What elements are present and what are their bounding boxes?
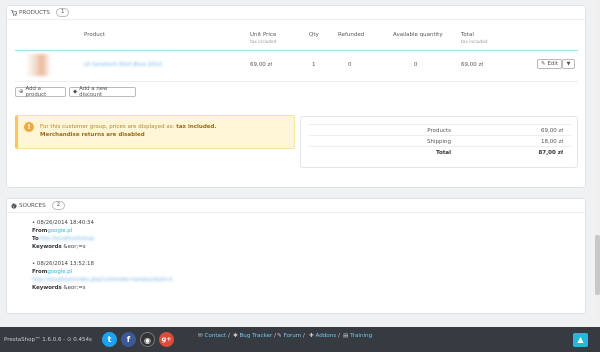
sources-panel: Sources 2 (6, 198, 586, 314)
col-unit-price-sub: tax included (250, 40, 277, 45)
col-qty: Qty (309, 32, 319, 38)
product-name-link[interactable]: Ut hendrerit Shirt Blue 2014 (84, 62, 162, 68)
totals-row-total: Total 87,00 zł (309, 146, 571, 157)
source-from-link[interactable]: google.pl (47, 269, 72, 275)
sources-title: Sources (19, 202, 46, 209)
row-unit-price: 69,00 zł (250, 62, 272, 68)
source-item: • 08/26/2014 13:52:18 Fromgoogle.pl http… (32, 260, 172, 292)
facebook-icon[interactable]: f (121, 332, 136, 347)
row-available: 0 (414, 62, 418, 68)
arrow-up-icon: ▲ (577, 335, 584, 344)
footer-link-bug-label: Bug Tracker (239, 333, 273, 339)
source-to: Tohttp://localhost/shop (32, 235, 94, 243)
add-discount-label: Add a new discount (79, 86, 108, 98)
totals-shipping-label: Shipping (427, 139, 451, 145)
edit-label: Edit (547, 61, 558, 67)
footer-link-addons-label: Addons (315, 333, 337, 339)
alert-line1: For this customer group, prices are disp… (40, 124, 175, 130)
source-kw-value: &eor;=s (63, 285, 86, 291)
source-from-link[interactable]: google.pl (47, 228, 72, 234)
col-product: Product (84, 32, 105, 38)
totals-row-shipping: Shipping 18,00 zł (309, 135, 571, 146)
row-refunded: 0 (348, 62, 352, 68)
source-kw-value: &eor;=s (63, 244, 86, 250)
source-to-link[interactable]: http://localhost/shop (39, 236, 94, 242)
footer-brand: PrestaShop™ 1.6.0.6 - ⊙ 0.454s (4, 337, 92, 343)
plus-circle-icon: ⊕ (19, 89, 24, 95)
cart-icon (11, 9, 17, 16)
source-keywords: Keywords &eor;=s (32, 243, 94, 251)
tag-icon: ◆ (73, 89, 78, 95)
products-count-badge: 1 (55, 8, 70, 17)
footer-link-addons[interactable]: ✚ Addons / (309, 333, 340, 339)
globe-icon (11, 202, 17, 209)
add-product-label: Add a product (25, 86, 47, 98)
totals-row-products: Products 69,00 zł (309, 124, 571, 135)
scroll-top-button[interactable]: ▲ (573, 333, 588, 347)
twitter-icon[interactable]: t (102, 332, 117, 347)
alert-line2: Merchandise returns are disabled (40, 132, 145, 138)
add-product-button[interactable]: ⊕ Add a product (15, 86, 66, 98)
row-total: 69,00 zł (461, 62, 483, 68)
footer-link-contact-label: Contact (204, 333, 227, 339)
footer-link-forum-label: Forum (283, 333, 302, 339)
order-totals: Products 69,00 zł Shipping 18,00 zł Tota… (300, 116, 578, 168)
add-discount-button[interactable]: ◆ Add a new discount (69, 86, 136, 98)
products-title: Products (19, 9, 50, 16)
footer: PrestaShop™ 1.6.0.6 - ⊙ 0.454s t f ◉ g+ … (0, 327, 600, 352)
row-qty: 1 (312, 62, 316, 68)
source-item: • 08/26/2014 18:40:34 Fromgoogle.pl Toht… (32, 219, 94, 251)
source-date-text: 08/26/2014 13:52:18 (36, 261, 94, 267)
footer-link-forum[interactable]: ✎ Forum / (277, 333, 305, 339)
source-date: • 08/26/2014 18:40:34 (32, 220, 94, 226)
source-from: Fromgoogle.pl (32, 227, 94, 235)
totals-shipping-value: 18,00 zł (541, 139, 563, 145)
source-from: Fromgoogle.pl (32, 268, 172, 276)
col-refunded: Refunded (338, 32, 365, 38)
sources-heading: Sources 2 (7, 199, 585, 213)
edit-dropdown-button[interactable]: ▼ (562, 59, 575, 69)
warning-icon: ! (24, 122, 34, 132)
google-plus-icon[interactable]: g+ (159, 332, 174, 347)
col-unit-price: Unit Price tax included (250, 32, 277, 45)
row-divider (15, 81, 578, 82)
alert-tax: tax included. (176, 124, 217, 130)
totals-products-value: 69,00 zł (541, 128, 563, 134)
source-url: http://localhost/index.php?controller=pr… (32, 276, 172, 284)
sources-count-badge: 2 (51, 201, 66, 210)
source-url-link[interactable]: http://localhost/index.php?controller=pr… (32, 277, 172, 283)
products-heading: Products 1 (7, 6, 585, 20)
source-to-label: To (32, 236, 39, 242)
caret-down-icon: ▼ (566, 61, 571, 67)
col-total-label: Total (461, 32, 474, 38)
edit-button[interactable]: ✎ Edit (537, 59, 562, 69)
pencil-icon: ✎ (541, 61, 546, 67)
footer-link-training-label: Training (350, 333, 373, 339)
footer-link-contact[interactable]: ✉ Contact / (198, 333, 230, 339)
source-date: • 08/26/2014 13:52:18 (32, 261, 94, 267)
source-date-text: 08/26/2014 18:40:34 (36, 220, 94, 226)
source-kw-label: Keywords (32, 244, 62, 250)
github-icon[interactable]: ◉ (140, 332, 155, 347)
col-unit-price-label: Unit Price (250, 32, 277, 38)
totals-total-value: 87,00 zł (538, 150, 563, 156)
source-from-label: From (32, 228, 48, 234)
source-keywords: Keywords &eor;=s (32, 284, 172, 292)
totals-products-label: Products (427, 128, 451, 134)
col-available: Available quantity (393, 32, 443, 38)
header-divider (15, 50, 578, 51)
product-thumbnail (22, 54, 58, 76)
footer-link-training[interactable]: ▤ Training (343, 333, 372, 339)
alert-text: For this customer group, prices are disp… (40, 123, 217, 139)
col-total-sub: tax included (461, 40, 488, 45)
col-total: Total tax included (461, 32, 488, 45)
source-from-label: From (32, 269, 48, 275)
totals-total-label: Total (435, 150, 451, 156)
scrollbar-thumb[interactable] (595, 235, 600, 295)
tax-alert: ! For this customer group, prices are di… (15, 115, 295, 149)
source-kw-label: Keywords (32, 285, 62, 291)
footer-link-bug-tracker[interactable]: ✱ Bug Tracker / (233, 333, 276, 339)
